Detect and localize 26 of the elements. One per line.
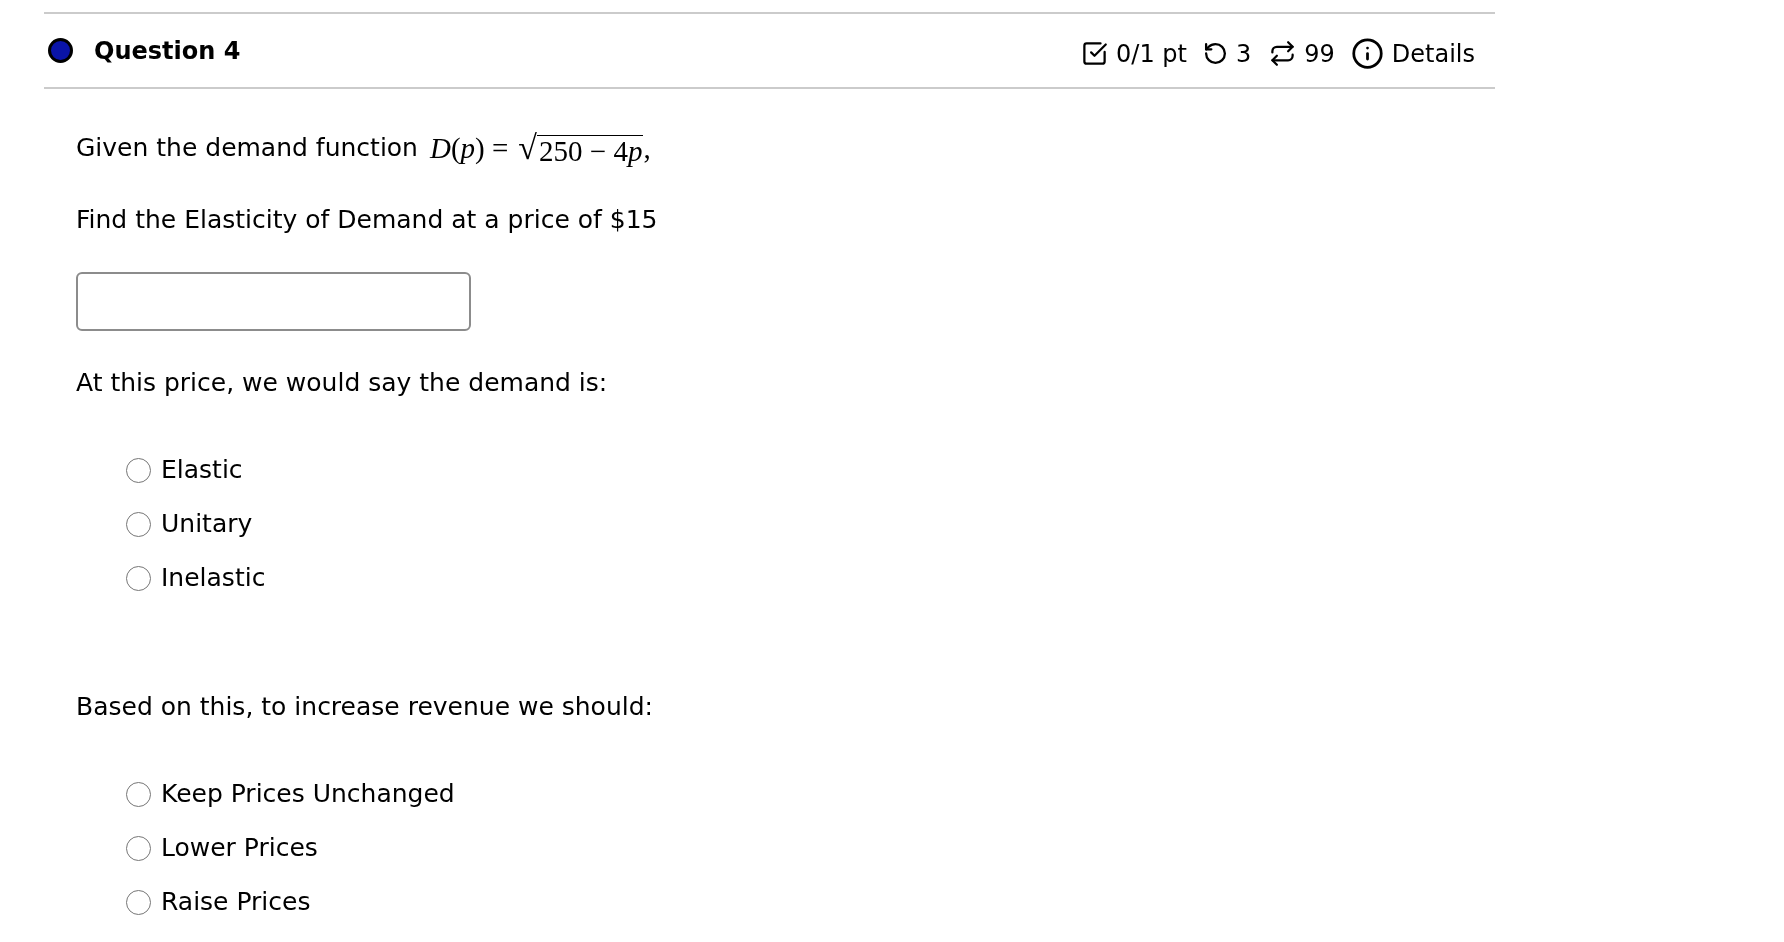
info-icon	[1350, 37, 1384, 70]
checkbox-tick-icon	[1081, 40, 1109, 67]
answer-field[interactable]	[76, 272, 471, 331]
radio-button[interactable]	[126, 889, 151, 915]
attempts-count: 99	[1304, 38, 1335, 69]
repeat-arrows-icon	[1269, 40, 1297, 67]
option-label[interactable]: Keep Prices Unchanged	[161, 776, 455, 812]
radio-button[interactable]	[126, 565, 151, 591]
radio-button[interactable]	[126, 835, 151, 861]
question-text: Given the demand function D(p) = √250 − 4p,	[76, 129, 651, 167]
option-label[interactable]: Inelastic	[161, 560, 266, 596]
option-label[interactable]: Elastic	[161, 452, 243, 488]
score-text: 0/1 pt	[1116, 38, 1187, 69]
question-prompt: Based on this, to increase revenue we should:	[76, 691, 653, 723]
details-button[interactable]: Details	[1350, 37, 1475, 70]
option-label[interactable]: Unitary	[161, 506, 253, 542]
radio-button[interactable]	[126, 511, 151, 537]
option-label[interactable]: Raise Prices	[161, 884, 311, 920]
question-prompt: At this price, we would say the demand is:	[76, 367, 608, 399]
question-prompt: Find the Elasticity of Demand at a price of $15	[76, 204, 658, 236]
option-label[interactable]: Lower Prices	[161, 830, 318, 866]
retry-arrow-icon	[1202, 41, 1228, 66]
question-title: Question 4	[94, 35, 241, 66]
radio-button[interactable]	[126, 457, 151, 483]
retries-count: 3	[1235, 38, 1252, 69]
radio-button[interactable]	[126, 781, 151, 807]
